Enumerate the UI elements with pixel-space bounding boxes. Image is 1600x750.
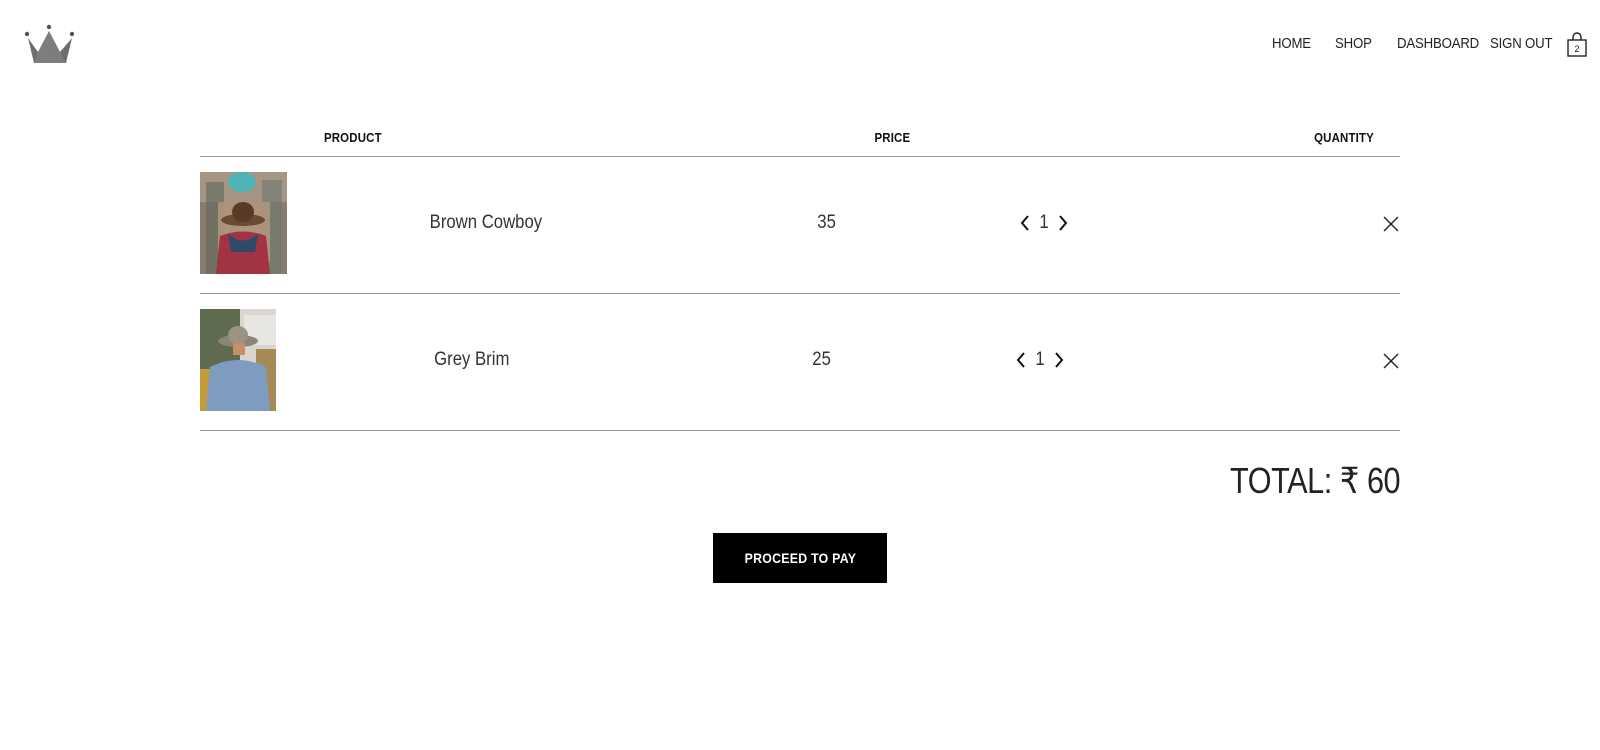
- product-name: Brown Cowboy: [429, 212, 543, 233]
- cart-row: Grey Brim 25 1: [200, 294, 1400, 431]
- product-name: Grey Brim: [434, 349, 510, 370]
- nav-shop-link[interactable]: SHOP: [1335, 35, 1372, 52]
- quantity-value: 1: [1039, 212, 1049, 233]
- proceed-to-pay-label: PROCEED TO PAY: [744, 550, 856, 566]
- proceed-to-pay-button[interactable]: PROCEED TO PAY: [713, 533, 887, 583]
- cart-total: TOTAL: ₹ 60: [1229, 460, 1401, 501]
- brown-cowboy-hat-photo: [200, 172, 287, 274]
- nav-home-link[interactable]: HOME: [1272, 35, 1311, 52]
- decrease-quantity-icon[interactable]: [1014, 349, 1028, 371]
- crown-icon[interactable]: [24, 22, 76, 66]
- nav-dashboard-link[interactable]: DASHBOARD: [1397, 35, 1479, 52]
- decrease-quantity-icon[interactable]: [1018, 212, 1032, 234]
- product-price: 35: [817, 212, 836, 233]
- price-column-header: PRICE: [874, 130, 911, 145]
- remove-item-icon[interactable]: [1382, 352, 1400, 370]
- grey-brim-hat-photo: [200, 309, 276, 411]
- quantity-value: 1: [1035, 349, 1045, 370]
- cart-row: Brown Cowboy 35 1: [200, 157, 1400, 294]
- increase-quantity-icon[interactable]: [1056, 212, 1070, 234]
- shopping-bag-icon[interactable]: 2: [1566, 32, 1588, 58]
- product-price: 25: [812, 349, 831, 370]
- product-column-header: PRODUCT: [323, 130, 382, 145]
- cart-count: 2: [1574, 44, 1580, 54]
- remove-item-icon[interactable]: [1382, 215, 1400, 233]
- site-header: HOME SHOP DASHBOARD SIGN OUT 2: [0, 0, 1600, 90]
- increase-quantity-icon[interactable]: [1052, 349, 1066, 371]
- nav-sign-out-link[interactable]: SIGN OUT: [1490, 35, 1553, 52]
- quantity-column-header: QUANTITY: [1314, 130, 1374, 145]
- row-divider: [200, 430, 1400, 431]
